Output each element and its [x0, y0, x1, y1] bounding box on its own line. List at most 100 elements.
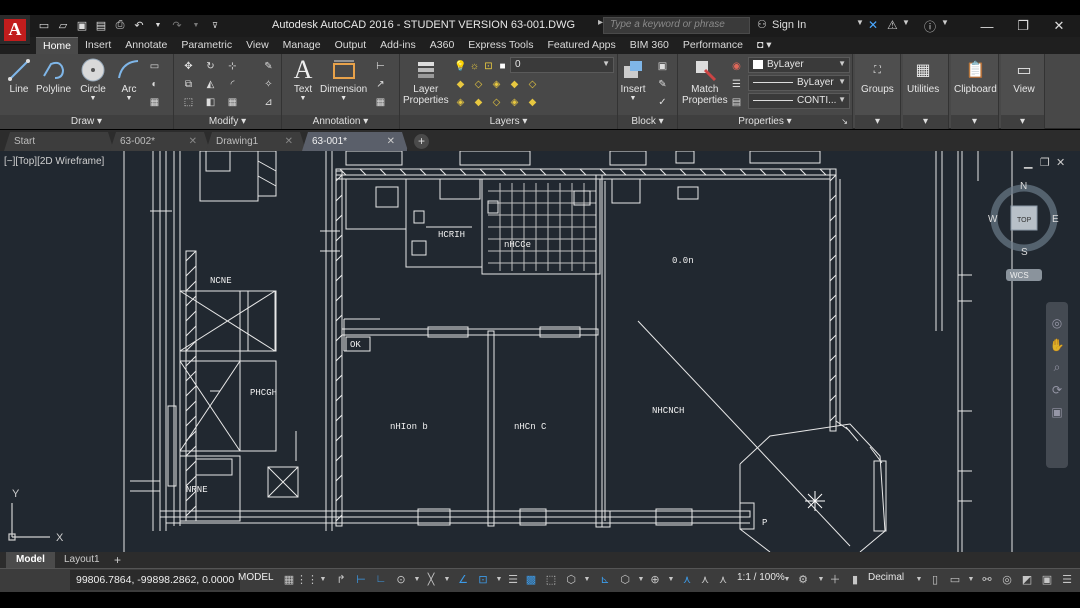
move-icon[interactable]: ✥: [182, 60, 195, 73]
lineweight-icon[interactable]: ▤: [730, 96, 743, 109]
dropdown-icon[interactable]: ▼: [580, 572, 594, 586]
file-tab-start[interactable]: Start: [4, 132, 114, 151]
tab-manage[interactable]: Manage: [276, 37, 328, 54]
trim-icon[interactable]: ⊹: [226, 60, 239, 73]
explode-icon[interactable]: ✧: [262, 78, 275, 91]
mirror-icon[interactable]: ◭: [204, 78, 217, 91]
linetype-icon[interactable]: ☰: [730, 78, 743, 91]
sign-in-dropdown-icon[interactable]: ▼: [856, 18, 864, 27]
hatch-icon[interactable]: ▦: [148, 96, 161, 109]
annotation-panel-title[interactable]: Annotation ▾: [282, 115, 399, 129]
dropdown-icon[interactable]: ▼: [150, 17, 166, 33]
dropdown-icon[interactable]: ▼: [492, 572, 506, 586]
clipboard-dropdown-icon[interactable]: ▾: [951, 115, 998, 129]
coordinates-display[interactable]: 99806.7864, -99898.2862, 0.0000: [70, 570, 241, 590]
sun-icon[interactable]: ☼: [468, 60, 481, 73]
save-as-icon[interactable]: ▤: [93, 17, 109, 33]
quick-properties-icon[interactable]: ▯: [928, 572, 942, 586]
annotation-visibility-icon[interactable]: ⋏: [680, 572, 694, 586]
tab-parametric[interactable]: Parametric: [174, 37, 239, 54]
tab-bim360[interactable]: BIM 360: [623, 37, 676, 54]
grid-icon[interactable]: ▦: [282, 572, 296, 586]
model-space-toggle[interactable]: MODEL: [238, 572, 274, 583]
gizmo-icon[interactable]: ⊕: [648, 572, 662, 586]
customize-icon[interactable]: ☰: [1060, 572, 1074, 586]
open-icon[interactable]: ▱: [55, 17, 71, 33]
color-select[interactable]: ByLayer ▼: [748, 57, 850, 73]
layer-tool-icon[interactable]: ◆: [454, 78, 467, 91]
circle-tool[interactable]: Circle ▼: [80, 56, 106, 102]
dropdown-icon[interactable]: ▼: [912, 572, 926, 586]
edit-block-icon[interactable]: ✎: [656, 78, 669, 91]
minimize-icon[interactable]: —: [970, 16, 1004, 36]
3d-osnap-icon[interactable]: ⬡: [564, 572, 578, 586]
pan-icon[interactable]: ✋: [1046, 338, 1068, 352]
selection-cycling-icon[interactable]: ⬚: [544, 572, 558, 586]
groups-dropdown-icon[interactable]: ▾: [855, 115, 900, 129]
tab-annotate[interactable]: Annotate: [118, 37, 174, 54]
polyline-tool[interactable]: Polyline: [36, 56, 71, 95]
isolate-objects-icon[interactable]: ⚯: [980, 572, 994, 586]
layer-tool-icon[interactable]: ◇: [472, 78, 485, 91]
erase-icon[interactable]: ✎: [262, 60, 275, 73]
tab-view[interactable]: View: [239, 37, 276, 54]
zoom-icon[interactable]: ⌕: [1046, 360, 1068, 375]
properties-panel-title[interactable]: Properties ▾ ↘: [678, 115, 852, 129]
isodraft-icon[interactable]: ╳: [424, 572, 438, 586]
stretch-icon[interactable]: ⬚: [182, 96, 195, 109]
dimension-tool[interactable]: Dimension ▼: [320, 56, 367, 102]
layer-tool-icon[interactable]: ◆: [472, 96, 485, 109]
ortho-icon[interactable]: ∟: [374, 572, 388, 586]
layer-properties-tool[interactable]: Layer Properties: [403, 56, 449, 106]
clipboard-panel[interactable]: 📋 Clipboard ▾: [951, 54, 999, 129]
dropdown-icon[interactable]: ▼: [964, 572, 978, 586]
lineweight-display-icon[interactable]: ☰: [506, 572, 520, 586]
copy-icon[interactable]: ⧉: [182, 78, 195, 91]
layer-tool-icon[interactable]: ◆: [526, 96, 539, 109]
fullscreen-icon[interactable]: ▣: [1040, 572, 1054, 586]
layer-tool-icon[interactable]: ◇: [526, 78, 539, 91]
dropdown-icon[interactable]: ▼: [316, 572, 330, 586]
binoculars-icon[interactable]: ⚇: [757, 18, 767, 31]
dropdown-icon[interactable]: ▼: [440, 572, 454, 586]
auto-scale-icon[interactable]: ⋏: [698, 572, 712, 586]
offset-icon[interactable]: ⊿: [262, 96, 275, 109]
customize-qat-icon[interactable]: ⊽: [207, 17, 223, 33]
annotation-scale-value[interactable]: 1:1 / 100%: [737, 572, 785, 583]
drawing-canvas[interactable]: OK 0.0n NCNE PHCGH NRNE HCRIH nHCCe nHIo…: [0, 151, 1080, 552]
help-dropdown-icon[interactable]: ▼: [941, 18, 949, 27]
create-block-icon[interactable]: ▣: [656, 60, 669, 73]
lock-icon[interactable]: ⊡: [482, 60, 495, 73]
array-icon[interactable]: ▦: [226, 96, 239, 109]
block-panel-title[interactable]: Block ▾: [618, 115, 677, 129]
showmotion-icon[interactable]: ▣: [1046, 405, 1068, 419]
clean-screen-icon[interactable]: ◩: [1020, 572, 1034, 586]
new-icon[interactable]: ▭: [36, 17, 52, 33]
viewport-minimize-icon[interactable]: ▁: [1024, 156, 1032, 169]
insert-tool[interactable]: Insert ▼: [620, 56, 646, 102]
fillet-icon[interactable]: ◜: [226, 78, 239, 91]
dropdown-icon[interactable]: ▼: [90, 95, 97, 102]
layout-tab-model[interactable]: Model: [6, 552, 55, 568]
leader-icon[interactable]: ↗: [374, 78, 387, 91]
color-swatch-icon[interactable]: ■: [496, 60, 509, 73]
layer-tool-icon[interactable]: ◈: [490, 78, 503, 91]
dropdown-icon[interactable]: ▼: [664, 572, 678, 586]
dropdown-icon[interactable]: ▼: [814, 572, 828, 586]
close-icon[interactable]: ✕: [1042, 16, 1076, 36]
arc-tool[interactable]: Arc ▼: [116, 56, 142, 102]
a360-icon[interactable]: ⚠: [887, 18, 898, 32]
selection-filter-icon[interactable]: ⬡: [618, 572, 632, 586]
current-layer-select[interactable]: 0 ▼: [510, 57, 614, 73]
search-input[interactable]: Type a keyword or phrase: [603, 17, 750, 34]
navigation-bar[interactable]: ◎ ✋ ⌕ ⟳ ▣: [1046, 302, 1068, 468]
utilities-dropdown-icon[interactable]: ▾: [903, 115, 948, 129]
viewport-controls-label[interactable]: [−][Top][2D Wireframe]: [4, 156, 104, 167]
layers-panel-title[interactable]: Layers ▾: [400, 115, 617, 129]
orbit-icon[interactable]: ⟳: [1046, 383, 1068, 397]
units-value[interactable]: Decimal: [868, 572, 904, 583]
rotate-icon[interactable]: ↻: [204, 60, 217, 73]
color-wheel-icon[interactable]: ◉: [730, 60, 743, 73]
tab-output[interactable]: Output: [328, 37, 374, 54]
sign-in-button[interactable]: Sign In: [772, 19, 806, 31]
